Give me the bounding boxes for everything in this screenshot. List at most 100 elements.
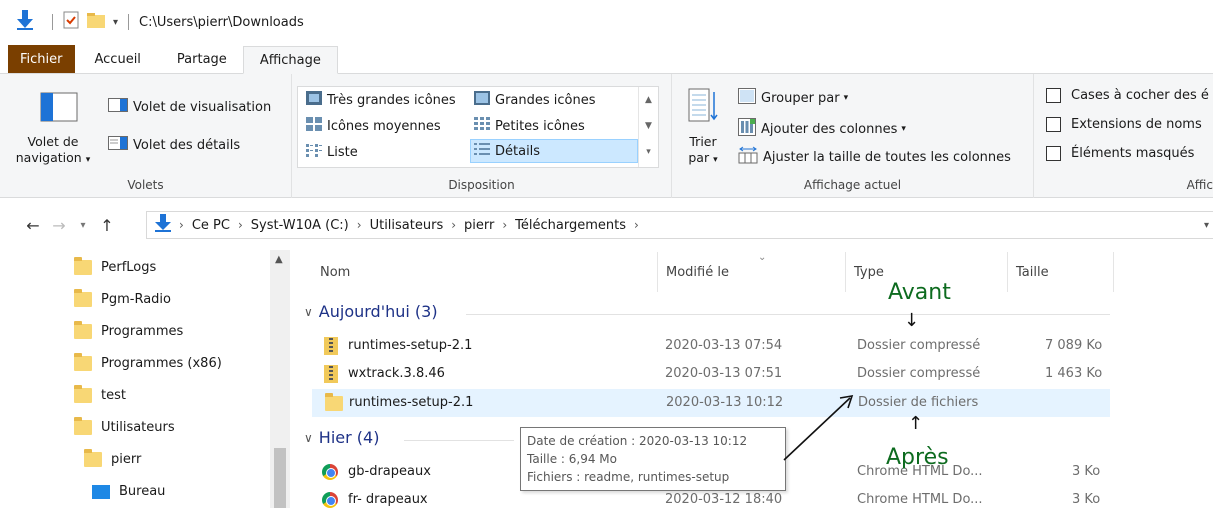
layout-large-icons[interactable]: Grandes icônes xyxy=(474,91,596,109)
breadcrumb-users[interactable]: Utilisateurs xyxy=(370,218,444,233)
nav-item-programmes[interactable]: Programmes xyxy=(74,321,183,339)
group-show-hide: Cases à cocher des é Extensions de noms … xyxy=(1034,74,1213,198)
tooltip-size: Taille : 6,94 Mo xyxy=(527,452,617,466)
add-columns-chevron-icon: ▾ xyxy=(901,124,906,134)
file-name: wxtrack.3.8.46 xyxy=(348,366,445,381)
breadcrumb-this-pc[interactable]: Ce PC xyxy=(192,218,230,233)
fit-columns-icon xyxy=(738,146,758,168)
layout-small-icons[interactable]: Petites icônes xyxy=(474,117,585,135)
scroll-down-icon[interactable]: ▼ xyxy=(639,113,658,139)
properties-check-icon[interactable] xyxy=(63,11,79,33)
column-header-modified[interactable]: Modifié le ⌄ xyxy=(658,252,846,292)
scrollbar-thumb[interactable] xyxy=(274,448,286,508)
breadcrumb-downloads[interactable]: Téléchargements xyxy=(515,218,626,233)
expand-gallery-icon[interactable]: ▾ xyxy=(639,139,658,165)
file-modified: 2020-03-13 10:12 xyxy=(666,395,784,410)
layout-medium-icons[interactable]: Icônes moyennes xyxy=(306,117,441,135)
nav-item-bureau[interactable]: Bureau xyxy=(92,484,165,499)
checkbox-file-extensions[interactable] xyxy=(1046,117,1061,132)
up-arrow-icon[interactable]: ↑ xyxy=(94,216,120,235)
tab-file[interactable]: Fichier xyxy=(8,45,75,73)
tab-share[interactable]: Partage xyxy=(161,45,243,73)
down-arrow-icon: ↓ xyxy=(904,310,920,331)
nav-item-test[interactable]: test xyxy=(74,385,126,403)
column-header-name[interactable]: Nom xyxy=(312,252,658,292)
chevron-down-icon: ∨ xyxy=(304,430,313,445)
download-arrow-icon[interactable] xyxy=(16,10,34,34)
navigation-pane: PerfLogs Pgm-Radio Programmes Programmes… xyxy=(0,250,290,508)
breadcrumb-separator-icon[interactable]: › xyxy=(634,218,639,232)
file-name: fr- drapeaux xyxy=(348,492,428,507)
hidden-items-toggle[interactable]: Éléments masqués xyxy=(1046,146,1194,161)
file-modified: 2020-03-13 07:54 xyxy=(665,338,783,353)
group-header-today[interactable]: ∨ Aujourd'hui (3) xyxy=(304,302,438,321)
medium-icons-icon xyxy=(306,117,322,135)
scroll-up-icon[interactable]: ▲ xyxy=(639,87,658,113)
breadcrumb-separator-icon[interactable]: › xyxy=(238,218,243,232)
nav-item-programmes-x86[interactable]: Programmes (x86) xyxy=(74,353,222,371)
tab-view[interactable]: Affichage xyxy=(242,46,338,74)
chrome-icon xyxy=(322,464,338,484)
item-checkboxes-toggle[interactable]: Cases à cocher des é xyxy=(1046,88,1209,103)
scroll-up-icon[interactable]: ▲ xyxy=(275,254,283,265)
group-divider xyxy=(466,314,1110,315)
preview-pane-button[interactable]: Volet de visualisation xyxy=(108,98,271,116)
fit-columns-button[interactable]: Ajuster la taille de toutes les colonnes xyxy=(738,146,1011,168)
add-columns-button[interactable]: Ajouter des colonnes ▾ xyxy=(738,118,906,140)
file-extensions-toggle[interactable]: Extensions de noms xyxy=(1046,117,1202,132)
layout-extra-large-icons[interactable]: Très grandes icônes xyxy=(306,91,456,109)
file-size: 7 089 Ko xyxy=(1045,338,1103,353)
file-type: Dossier de fichiers xyxy=(858,395,979,410)
nav-item-utilisateurs[interactable]: Utilisateurs xyxy=(74,417,175,435)
nav-item-perflogs[interactable]: PerfLogs xyxy=(74,257,156,275)
ribbon: Volet de navigation ▾ Volet de visualisa… xyxy=(0,74,1213,198)
preview-pane-icon xyxy=(108,98,128,116)
annotation-after: Après xyxy=(886,445,949,470)
navigation-pane-icon xyxy=(40,92,78,126)
address-dropdown-chevron-icon[interactable]: ▾ xyxy=(1204,220,1209,231)
group-by-button[interactable]: Grouper par ▾ xyxy=(738,88,848,108)
new-folder-icon[interactable] xyxy=(87,12,105,32)
group-divider xyxy=(404,440,514,441)
table-row[interactable]: runtimes-setup-2.1 2020-03-13 07:54 Doss… xyxy=(312,333,1110,361)
file-name: runtimes-setup-2.1 xyxy=(349,395,474,410)
breadcrumb[interactable]: › Ce PC › Syst-W10A (C:) › Utilisateurs … xyxy=(146,211,1213,239)
separator xyxy=(52,14,53,30)
table-row-hovered[interactable]: runtimes-setup-2.1 2020-03-13 10:12 Doss… xyxy=(312,389,1110,417)
nav-item-pgm-radio[interactable]: Pgm-Radio xyxy=(74,289,171,307)
group-label-layout: Disposition xyxy=(448,178,515,192)
checkbox-item-checkboxes[interactable] xyxy=(1046,88,1061,103)
annotation-before: Avant xyxy=(888,280,951,305)
breadcrumb-separator-icon[interactable]: › xyxy=(502,218,507,232)
breadcrumb-separator-icon[interactable]: › xyxy=(451,218,456,232)
folder-icon xyxy=(74,321,92,339)
zip-folder-icon xyxy=(324,337,338,359)
sort-by-button[interactable]: Trier par ▾ xyxy=(680,84,726,174)
layout-details[interactable]: Détails xyxy=(470,139,638,163)
layout-list[interactable]: Liste xyxy=(306,143,358,161)
nav-item-pierr[interactable]: pierr xyxy=(84,449,141,467)
forward-arrow-icon[interactable]: → xyxy=(46,216,72,235)
group-header-yesterday[interactable]: ∨ Hier (4) xyxy=(304,428,379,447)
navigation-pane-scrollbar[interactable]: ▲ xyxy=(270,250,290,508)
details-pane-button[interactable]: Volet des détails xyxy=(108,136,240,154)
list-icon xyxy=(306,143,322,161)
breadcrumb-separator-icon[interactable]: › xyxy=(357,218,362,232)
details-pane-icon xyxy=(108,136,128,154)
table-row[interactable]: wxtrack.3.8.46 2020-03-13 07:51 Dossier … xyxy=(312,361,1110,389)
recent-locations-chevron-icon[interactable]: ▾ xyxy=(72,220,94,231)
back-arrow-icon[interactable]: ← xyxy=(20,216,46,235)
desktop-icon xyxy=(92,484,110,499)
tooltip-files: Fichiers : readme, runtimes-setup xyxy=(527,470,730,484)
navigation-pane-button[interactable]: Volet de navigation ▾ xyxy=(8,84,98,174)
checkbox-hidden-items[interactable] xyxy=(1046,146,1061,161)
customize-toolbar-icon[interactable]: ▾ xyxy=(113,17,118,28)
breadcrumb-user[interactable]: pierr xyxy=(464,218,494,233)
column-header-size[interactable]: Taille xyxy=(1008,252,1114,292)
folder-icon xyxy=(74,417,92,435)
breadcrumb-drive[interactable]: Syst-W10A (C:) xyxy=(251,218,349,233)
tab-home[interactable]: Accueil xyxy=(75,45,161,73)
breadcrumb-separator-icon[interactable]: › xyxy=(179,218,184,232)
window-title: C:\Users\pierr\Downloads xyxy=(139,14,304,30)
group-label-show-hide: Affic xyxy=(1186,178,1213,192)
